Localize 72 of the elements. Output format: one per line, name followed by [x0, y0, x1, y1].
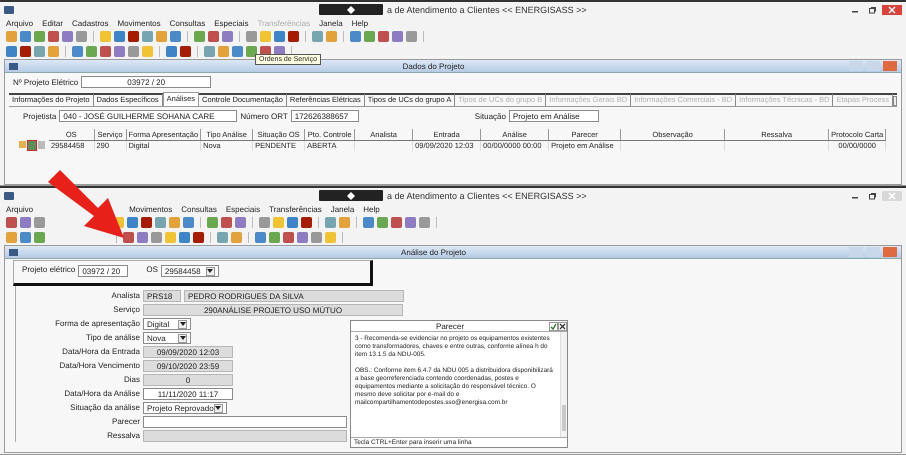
- input-field[interactable]: 11/11/2020 11:17: [143, 388, 233, 400]
- app-icon: [4, 6, 14, 14]
- toolbar-icon[interactable]: [288, 31, 299, 42]
- menu-item[interactable]: Help: [363, 204, 380, 214]
- input-field: 03972 / 20: [78, 265, 128, 277]
- input-field: 03972 / 20: [81, 76, 212, 88]
- menu-item[interactable]: Cadastros: [72, 18, 108, 28]
- toolbar-icon[interactable]: [141, 217, 152, 228]
- popup-title: Parecer: [434, 322, 465, 330]
- mdi-title: Dados do Projeto: [402, 62, 466, 70]
- field-label: Dias: [122, 374, 140, 386]
- field-label: Situação da análise: [69, 402, 140, 414]
- confirm-button[interactable]: [549, 322, 558, 330]
- dropdown[interactable]: Projeto Reprovado: [143, 402, 227, 414]
- window-title: a de Atendimento a Clientes << ENERGISASS >>: [387, 4, 587, 14]
- field-label: Data/Hora da Análise: [63, 388, 140, 400]
- input-field: PEDRO RODRIGUES DA SILVA: [184, 290, 404, 302]
- toolbar-icon[interactable]: [20, 46, 31, 57]
- field-label: Projeto elétrico: [22, 265, 76, 274]
- field-label: Ressalva: [106, 430, 140, 442]
- menu-item[interactable]: Editar: [42, 18, 64, 28]
- dropdown[interactable]: 29584458: [160, 265, 219, 277]
- menu-item[interactable]: Arquivo: [6, 204, 34, 214]
- menu-item[interactable]: Consultas: [170, 18, 206, 28]
- input-field: PRS18: [143, 290, 181, 302]
- close-icon: [888, 192, 896, 200]
- scrollbar[interactable]: [560, 332, 567, 437]
- restore-icon: [868, 192, 876, 200]
- toolbar-icon[interactable]: [128, 31, 139, 42]
- toolbar-icon[interactable]: [193, 232, 204, 243]
- close-icon: [888, 6, 896, 14]
- input-field: 172626388657: [290, 110, 359, 122]
- menu-item[interactable]: Consultas: [181, 204, 217, 214]
- dropdown[interactable]: Digital: [143, 318, 191, 330]
- recorder-badge: [319, 4, 383, 15]
- close-button[interactable]: [558, 322, 567, 330]
- menu-item[interactable]: Arquivo: [6, 18, 34, 28]
- menu-item[interactable]: Help: [352, 18, 368, 28]
- field-label: Analista: [110, 290, 140, 302]
- menu-item[interactable]: Especiais: [226, 204, 260, 214]
- menu-item[interactable]: Movimentos: [118, 18, 161, 28]
- recorder-badge: [319, 190, 383, 201]
- toolbar-icon[interactable]: [180, 46, 191, 57]
- dropdown[interactable]: Nova: [143, 332, 191, 344]
- field-label: Parecer: [110, 416, 140, 428]
- window-title: a de Atendimento a Clientes << ENERGISASS >>: [387, 190, 587, 200]
- app-icon: [4, 192, 14, 200]
- field-label: Data/Hora da Entrada: [61, 346, 140, 358]
- field-label: Data/Hora Vencimento: [58, 360, 140, 372]
- mdi-title: Análise do Projeto: [400, 248, 467, 256]
- toolbar-icon[interactable]: [301, 217, 312, 228]
- field-label: Número ORT: [240, 112, 288, 120]
- app-icon: [9, 248, 18, 256]
- field-label: Tipo de análise: [85, 332, 140, 344]
- toolbar-icon[interactable]: [246, 46, 257, 57]
- menu-item[interactable]: Janela: [319, 18, 343, 28]
- input-field: Projeto em Análise: [508, 110, 599, 122]
- field-label: Serviço: [112, 304, 140, 316]
- menu-item[interactable]: Especiais: [214, 18, 248, 28]
- field-label: Projetista: [23, 112, 56, 120]
- app-icon: [9, 62, 18, 70]
- field-label: Forma de apresentação: [54, 318, 140, 330]
- menu-item[interactable]: Transferências: [269, 204, 322, 214]
- menu-item[interactable]: Movimentos: [129, 204, 172, 214]
- field-label: OS: [146, 265, 158, 274]
- menu-item[interactable]: Janela: [330, 204, 354, 214]
- input-field: 040 - JOSÉ GUILHERME SOHANA CARE: [59, 110, 238, 122]
- input-field: 290ANÁLISE PROJETO USO MÚTUO: [143, 304, 403, 316]
- field-label: Nº Projeto Elétrico: [13, 78, 78, 86]
- restore-icon: [868, 6, 876, 14]
- input-field[interactable]: [143, 416, 347, 428]
- field-label: Situação: [474, 112, 506, 120]
